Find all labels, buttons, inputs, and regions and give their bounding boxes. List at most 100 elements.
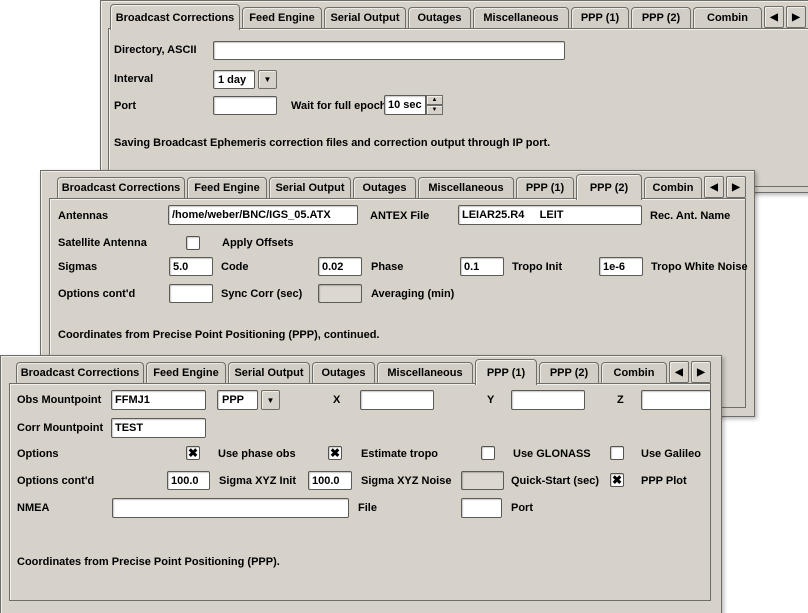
sigma-phase-input[interactable]	[318, 257, 362, 276]
file-label: File	[358, 502, 377, 515]
tab-ppp-1[interactable]: PPP (1)	[516, 177, 574, 198]
nmea-port-input[interactable]	[461, 498, 502, 518]
code-label: Code	[221, 261, 249, 274]
sigma-xyz-init-label: Sigma XYZ Init	[219, 475, 296, 488]
spin-down-button[interactable]: ▼	[426, 105, 443, 115]
tab-ppp-2[interactable]: PPP (2)	[631, 7, 691, 28]
ppp-mode-dropdown-button[interactable]: ▼	[261, 390, 280, 410]
down-arrow-icon: ▼	[432, 107, 438, 113]
corr-mountpoint-label: Corr Mountpoint	[17, 422, 103, 435]
tab-broadcast-corrections[interactable]: Broadcast Corrections	[110, 4, 240, 30]
antennas-input[interactable]	[168, 205, 358, 225]
tab-ppp-1[interactable]: PPP (1)	[475, 359, 537, 385]
right-arrow-icon: ▶	[732, 182, 740, 193]
port-input[interactable]	[213, 96, 277, 115]
estimate-tropo-checkbox[interactable]: ✖	[328, 446, 342, 460]
tab-serial-output[interactable]: Serial Output	[269, 177, 351, 198]
directory-ascii-input[interactable]	[213, 41, 565, 60]
tab-serial-output[interactable]: Serial Output	[324, 7, 406, 28]
tab-serial-output[interactable]: Serial Output	[228, 362, 310, 383]
satellite-antenna-checkbox[interactable]	[186, 236, 200, 250]
tab-outages[interactable]: Outages	[408, 7, 471, 28]
tab-bar: Broadcast Corrections Feed Engine Serial…	[41, 173, 754, 199]
z-input[interactable]	[641, 390, 711, 410]
pane-description: Coordinates from Precise Point Positioni…	[58, 329, 379, 341]
tab-ppp-2[interactable]: PPP (2)	[576, 174, 642, 200]
averaging-input[interactable]	[318, 284, 362, 303]
sigmas-label: Sigmas	[58, 261, 97, 274]
tab-miscellaneous[interactable]: Miscellaneous	[418, 177, 514, 198]
pane-description: Coordinates from Precise Point Positioni…	[17, 556, 280, 568]
ppp-plot-checkbox[interactable]: ✖	[610, 473, 624, 487]
tab-broadcast-corrections[interactable]: Broadcast Corrections	[16, 362, 144, 383]
tab-outages[interactable]: Outages	[353, 177, 416, 198]
tab-scroll-left-button[interactable]: ◀	[704, 176, 724, 198]
tab-bar: Broadcast Corrections Feed Engine Serial…	[101, 3, 808, 29]
tropo-white-noise-input[interactable]	[599, 257, 643, 276]
quick-start-input[interactable]	[461, 471, 504, 490]
tab-broadcast-corrections[interactable]: Broadcast Corrections	[57, 177, 185, 198]
obs-mountpoint-label: Obs Mountpoint	[17, 394, 101, 407]
tab-scroll-left-button[interactable]: ◀	[669, 361, 689, 383]
rec-ant-name-input[interactable]	[458, 205, 642, 225]
phase-label: Phase	[371, 261, 403, 274]
tab-feed-engine[interactable]: Feed Engine	[187, 177, 267, 198]
averaging-label: Averaging (min)	[371, 288, 454, 301]
obs-mountpoint-input[interactable]	[111, 390, 206, 410]
interval-value: 1 day	[213, 70, 255, 89]
left-arrow-icon: ◀	[675, 367, 683, 378]
tropo-white-noise-label: Tropo White Noise	[651, 261, 748, 274]
broadcast-corrections-pane: Directory, ASCII Interval 1 day ▼ Port W…	[108, 28, 808, 187]
left-arrow-icon: ◀	[770, 12, 778, 23]
right-arrow-icon: ▶	[792, 12, 800, 23]
tab-combination[interactable]: Combin	[601, 362, 667, 383]
use-galileo-label: Use Galileo	[641, 448, 701, 461]
ppp-mode-value: PPP	[217, 390, 258, 410]
tab-combination[interactable]: Combin	[693, 7, 762, 28]
wait-epoch-value: 10 sec	[384, 95, 426, 115]
use-phase-obs-label: Use phase obs	[218, 448, 296, 461]
sync-corr-input[interactable]	[169, 284, 213, 303]
interval-label: Interval	[114, 73, 153, 86]
tab-scroll-right-button[interactable]: ▶	[786, 6, 806, 28]
sigma-code-input[interactable]	[169, 257, 213, 276]
corr-mountpoint-input[interactable]	[111, 418, 206, 438]
tab-miscellaneous[interactable]: Miscellaneous	[473, 7, 569, 28]
x-label: X	[333, 394, 340, 407]
sigma-xyz-noise-label: Sigma XYZ Noise	[361, 475, 451, 488]
tab-feed-engine[interactable]: Feed Engine	[146, 362, 226, 383]
left-arrow-icon: ◀	[710, 182, 718, 193]
use-phase-obs-checkbox[interactable]: ✖	[186, 446, 200, 460]
window-broadcast-corrections: Broadcast Corrections Feed Engine Serial…	[100, 0, 808, 193]
wait-epoch-spinbox[interactable]: 10 sec ▲ ▼	[384, 95, 443, 115]
right-arrow-icon: ▶	[697, 367, 705, 378]
ppp-mode-combobox[interactable]: PPP ▼	[217, 390, 280, 410]
use-galileo-checkbox[interactable]	[610, 446, 624, 460]
tab-miscellaneous[interactable]: Miscellaneous	[377, 362, 473, 383]
tab-ppp-1[interactable]: PPP (1)	[571, 7, 629, 28]
nmea-file-input[interactable]	[112, 498, 349, 518]
tab-ppp-2[interactable]: PPP (2)	[539, 362, 599, 383]
interval-dropdown-button[interactable]: ▼	[258, 70, 277, 89]
tab-scroll-right-button[interactable]: ▶	[691, 361, 711, 383]
tropo-init-input[interactable]	[460, 257, 504, 276]
apply-offsets-label: Apply Offsets	[222, 237, 294, 250]
y-input[interactable]	[511, 390, 585, 410]
sigma-xyz-init-input[interactable]	[167, 471, 210, 490]
sigma-xyz-noise-input[interactable]	[308, 471, 352, 490]
tab-scroll-right-button[interactable]: ▶	[726, 176, 746, 198]
sync-corr-label: Sync Corr (sec)	[221, 288, 302, 301]
tab-combination[interactable]: Combin	[644, 177, 702, 198]
tab-scroll-left-button[interactable]: ◀	[764, 6, 784, 28]
spin-up-button[interactable]: ▲	[426, 95, 443, 105]
tab-outages[interactable]: Outages	[312, 362, 375, 383]
x-input[interactable]	[360, 390, 434, 410]
quick-start-label: Quick-Start (sec)	[511, 475, 599, 488]
interval-combobox[interactable]: 1 day ▼	[213, 70, 277, 89]
y-label: Y	[487, 394, 494, 407]
pane-description: Saving Broadcast Ephemeris correction fi…	[114, 137, 550, 149]
wait-for-full-epoch-label: Wait for full epoch	[291, 100, 387, 113]
use-glonass-checkbox[interactable]	[481, 446, 495, 460]
rec-ant-name-label: Rec. Ant. Name	[650, 210, 730, 223]
tab-feed-engine[interactable]: Feed Engine	[242, 7, 322, 28]
